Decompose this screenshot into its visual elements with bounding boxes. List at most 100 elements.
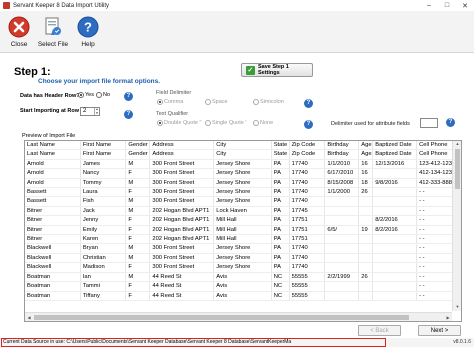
column-header[interactable]: City (213, 141, 272, 151)
table-cell: Bassett (25, 196, 81, 207)
scroll-left-icon[interactable]: ◀ (25, 313, 33, 322)
column-header[interactable]: First Name (80, 141, 127, 151)
table-cell: First Name (80, 149, 127, 160)
save-settings-button[interactable]: ✓ Save Step 1 Settings (241, 63, 313, 77)
table-cell: Karen (80, 234, 127, 245)
column-header[interactable]: Last Name (25, 141, 81, 151)
help-attr-delimiter-icon[interactable]: ? (446, 118, 455, 127)
table-cell (358, 243, 374, 254)
delimiter-comma-radio[interactable]: Comma (157, 99, 183, 105)
table-cell (324, 206, 360, 217)
table-row[interactable]: Arnold Nancy F 300 Front Street Jersey Shore… (25, 168, 461, 179)
table-row[interactable]: Boatman Tammi F 44 Reed St Avis NC 55555- - (25, 281, 461, 292)
select-file-button[interactable]: Select File (36, 15, 70, 48)
table-row[interactable]: Boatman Tiffany F 44 Reed St Avis NC 55555- - (25, 291, 461, 301)
table-row[interactable]: Bitner Jack M 202 Hogan Blvd APT1 Lock Haven… (25, 206, 461, 217)
table-row[interactable]: Arnold James M 300 Front Street Jersey Shore… (25, 159, 461, 170)
step-title: Step 1: (14, 66, 51, 78)
close-button[interactable]: Close (2, 15, 36, 48)
table-cell: 1/1/2000 (324, 187, 360, 198)
column-header[interactable]: Baptized Date (372, 141, 418, 151)
header-row-no-radio[interactable]: No (96, 92, 110, 98)
table-row[interactable]: Bitner Karen F 202 Hogan Blvd APT1 Mill Hall… (25, 234, 461, 245)
table-cell: Jersey Shore (213, 187, 272, 198)
back-button[interactable]: < Back (358, 325, 401, 336)
svg-text:?: ? (84, 20, 92, 35)
help-qualifier-icon[interactable]: ? (304, 120, 313, 129)
table-cell: 26 (358, 187, 374, 198)
table-cell: 300 Front Street (149, 243, 215, 254)
table-row[interactable]: Blackwell Christian M 300 Front Street Jerse… (25, 253, 461, 264)
table-cell: Baptized Date (372, 149, 418, 160)
help-header-row-icon[interactable]: ? (124, 92, 133, 101)
table-row[interactable]: Bassett Laura F 300 Front Street Jersey Shor… (25, 187, 461, 198)
table-row[interactable]: Blackwell Bryan M 300 Front Street Jersey Sh… (25, 243, 461, 254)
table-cell: Last Name (25, 149, 81, 160)
table-cell: PA (271, 178, 290, 189)
vertical-scrollbar[interactable]: ▲ ▼ (452, 141, 461, 311)
table-row[interactable]: Arnold Tommy M 300 Front Street Jersey Shore… (25, 178, 461, 189)
scroll-down-icon[interactable]: ▼ (453, 304, 462, 311)
column-header[interactable]: Address (149, 141, 215, 151)
column-header[interactable]: Gender (125, 141, 151, 151)
table-cell: Laura (80, 187, 127, 198)
header-row-yes-radio[interactable]: Yes (78, 92, 94, 98)
table-cell: 55555 (289, 291, 326, 301)
next-button[interactable]: Next > (418, 325, 461, 336)
delimiter-semicolon-radio[interactable]: Simicolon (253, 99, 284, 105)
table-cell: Tiffany (80, 291, 127, 301)
table-cell: Blackwell (25, 253, 81, 264)
table-cell: 16 (358, 168, 374, 179)
vertical-scroll-thumb[interactable] (455, 149, 460, 189)
stepper-arrows-icon[interactable]: ▲ ▼ (94, 107, 99, 115)
qualifier-single-radio[interactable]: Single Quote ' (205, 120, 246, 126)
table-cell: NC (271, 272, 290, 283)
table-cell: Address (149, 149, 215, 160)
table-cell: 17745 (289, 206, 326, 217)
table-cell (358, 215, 374, 226)
minimize-icon[interactable]: – (420, 0, 438, 11)
maximize-icon[interactable]: □ (438, 0, 456, 11)
column-header[interactable]: Birthday (324, 141, 360, 151)
scroll-right-icon[interactable]: ▶ (444, 313, 452, 322)
column-header[interactable]: Age (358, 141, 374, 151)
qualifier-double-radio[interactable]: Double Quote " (157, 120, 201, 126)
table-row[interactable]: Bitner Emily F 202 Hogan Blvd APT1 Mill Hall… (25, 225, 461, 236)
table-cell: M (125, 178, 151, 189)
table-cell: 44 Reed St (149, 272, 215, 283)
horizontal-scrollbar[interactable]: ◀ ▶ (25, 312, 452, 321)
step-subtitle: Choose your import file format options. (38, 78, 161, 85)
table-cell (372, 206, 418, 217)
delimiter-space-radio[interactable]: Space (205, 99, 228, 105)
table-cell: 8/2/2016 (372, 225, 418, 236)
attr-delimiter-input[interactable] (420, 118, 438, 128)
table-cell (372, 291, 418, 301)
close-window-icon[interactable]: ✕ (456, 0, 474, 11)
start-row-stepper[interactable]: 2 ▲ ▼ (80, 107, 100, 116)
help-start-row-icon[interactable]: ? (124, 110, 133, 119)
help-delimiter-icon[interactable]: ? (304, 99, 313, 108)
qualifier-none-radio[interactable]: None (253, 120, 273, 126)
table-row[interactable]: Blackwell Madison F 300 Front Street Jersey … (25, 262, 461, 273)
table-row[interactable]: Bassett Fish M 300 Front Street Jersey Shore… (25, 196, 461, 207)
column-header[interactable]: State (271, 141, 290, 151)
table-cell: 17740 (289, 168, 326, 179)
preview-grid[interactable]: Last Name First Name Gender Address City Stat… (24, 140, 462, 322)
scroll-up-icon[interactable]: ▲ (453, 141, 462, 148)
table-cell: 17740 (289, 178, 326, 189)
table-cell: Emily (80, 225, 127, 236)
table-row[interactable]: Boatman Ian M 44 Reed St Avis NC 55555 2/2/1999… (25, 272, 461, 283)
column-header[interactable]: Zip Code (289, 141, 326, 151)
table-cell (324, 281, 360, 292)
version-label: v8.0.1.6 (453, 339, 471, 345)
horizontal-scroll-thumb[interactable] (34, 315, 409, 320)
table-cell: Madison (80, 262, 127, 273)
table-cell: 18 (358, 178, 374, 189)
table-cell: City (213, 149, 272, 160)
table-row[interactable]: Last Name First Name Gender Address City Stat… (25, 149, 461, 160)
toolbar: Close Select File ? Help (0, 11, 474, 53)
table-cell: Jersey Shore (213, 262, 272, 273)
help-button[interactable]: ? Help (71, 15, 105, 48)
table-row[interactable]: Bitner Jenny F 202 Hogan Blvd APT1 Mill Hall… (25, 215, 461, 226)
header-row-label: Data has Header Row? (20, 93, 80, 99)
